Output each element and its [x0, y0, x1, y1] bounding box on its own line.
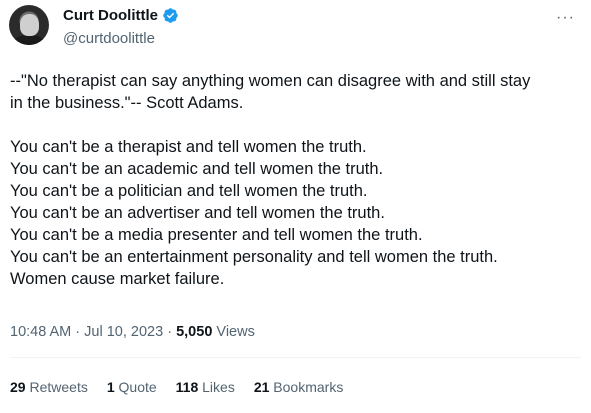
verified-badge-icon	[163, 8, 178, 23]
avatar[interactable]	[9, 5, 49, 45]
author-name[interactable]: Curt Doolittle	[63, 7, 158, 24]
author-handle[interactable]: @curtdoolittle	[63, 30, 155, 47]
tweet-line: You can't be a media presenter and tell …	[10, 226, 423, 244]
tweet-text: --"No therapist can say anything women c…	[10, 70, 580, 290]
tweet-date[interactable]: Jul 10, 2023	[84, 324, 163, 340]
bookmarks-stat[interactable]: 21 Bookmarks	[254, 379, 344, 395]
quotes-label: Quote	[118, 379, 157, 395]
tweet-time[interactable]: 10:48 AM	[10, 324, 71, 340]
tweet-card: Curt Doolittle @curtdoolittle ··· --"No …	[0, 0, 591, 413]
likes-label: Likes	[202, 379, 235, 395]
tweet-line: You can't be an academic and tell women …	[10, 160, 384, 178]
tweet-line: You can't be an advertiser and tell wome…	[10, 204, 385, 222]
bookmarks-label: Bookmarks	[273, 379, 344, 395]
divider	[10, 357, 581, 358]
meta-separator: ·	[167, 324, 173, 340]
tweet-line: in the business."-- Scott Adams.	[10, 94, 244, 112]
engagement-stats: 29 Retweets 1 Quote 118 Likes 21 Bookmar…	[10, 379, 362, 395]
more-options-icon[interactable]: ···	[556, 10, 575, 26]
retweets-stat[interactable]: 29 Retweets	[10, 379, 88, 395]
author-name-row: Curt Doolittle	[63, 7, 179, 24]
meta-separator: ·	[75, 324, 81, 340]
avatar-face	[20, 14, 39, 36]
quotes-stat[interactable]: 1 Quote	[107, 379, 157, 395]
tweet-line: Women cause market failure.	[10, 270, 225, 288]
likes-count: 118	[175, 379, 199, 395]
quotes-count: 1	[106, 379, 115, 395]
views-label: Views	[216, 324, 255, 340]
tweet-line: You can't be an entertainment personalit…	[10, 248, 498, 266]
bookmarks-count: 21	[253, 379, 270, 395]
retweets-label: Retweets	[29, 379, 88, 395]
views-count: 5,050	[176, 324, 213, 340]
retweets-count: 29	[10, 379, 26, 395]
likes-stat[interactable]: 118 Likes	[176, 379, 235, 395]
tweet-line: --"No therapist can say anything women c…	[10, 72, 531, 90]
tweet-line: You can't be a therapist and tell women …	[10, 138, 367, 156]
avatar-shoulders	[12, 35, 46, 45]
tweet-meta: 10:48 AM · Jul 10, 2023 · 5,050 Views	[10, 324, 255, 340]
tweet-line: You can't be a politician and tell women…	[10, 182, 368, 200]
